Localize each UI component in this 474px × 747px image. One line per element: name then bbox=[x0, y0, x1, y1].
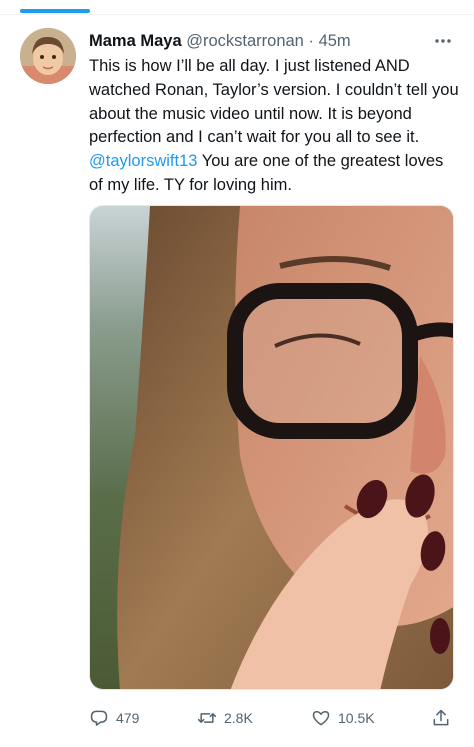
share-icon bbox=[433, 709, 449, 726]
avatar[interactable] bbox=[20, 28, 76, 84]
heart-icon bbox=[312, 711, 330, 726]
tweet-text: This is how I’ll be all day. I just list… bbox=[89, 55, 461, 198]
tweet-actions: 479 2.8K 10.5K bbox=[89, 706, 459, 730]
ellipsis-icon[interactable] bbox=[433, 32, 453, 50]
like-button[interactable]: 10.5K bbox=[311, 706, 375, 730]
avatar-photo bbox=[20, 28, 76, 84]
timestamp[interactable]: 45m bbox=[319, 32, 351, 50]
share-button[interactable] bbox=[431, 706, 451, 730]
like-count: 10.5K bbox=[338, 710, 375, 726]
top-divider bbox=[0, 14, 474, 15]
reply-count: 479 bbox=[116, 710, 140, 726]
separator-dot: · bbox=[308, 32, 314, 50]
tweet-photo[interactable] bbox=[89, 205, 454, 690]
mention-link[interactable]: @taylorswift13 bbox=[89, 152, 197, 170]
tweet-header: Mama Maya @rockstarronan · 45m bbox=[89, 30, 459, 52]
reply-button[interactable]: 479 bbox=[89, 706, 139, 730]
reply-icon bbox=[90, 710, 108, 726]
photo-image bbox=[90, 206, 453, 689]
retweet-icon bbox=[197, 713, 217, 723]
display-name[interactable]: Mama Maya bbox=[89, 32, 182, 50]
active-tab-indicator bbox=[20, 9, 90, 13]
retweet-count: 2.8K bbox=[224, 710, 253, 726]
tweet-body-text: This is how I’ll be all day. I just list… bbox=[89, 57, 459, 147]
user-handle[interactable]: @rockstarronan bbox=[186, 32, 304, 50]
retweet-button[interactable]: 2.8K bbox=[197, 706, 253, 730]
